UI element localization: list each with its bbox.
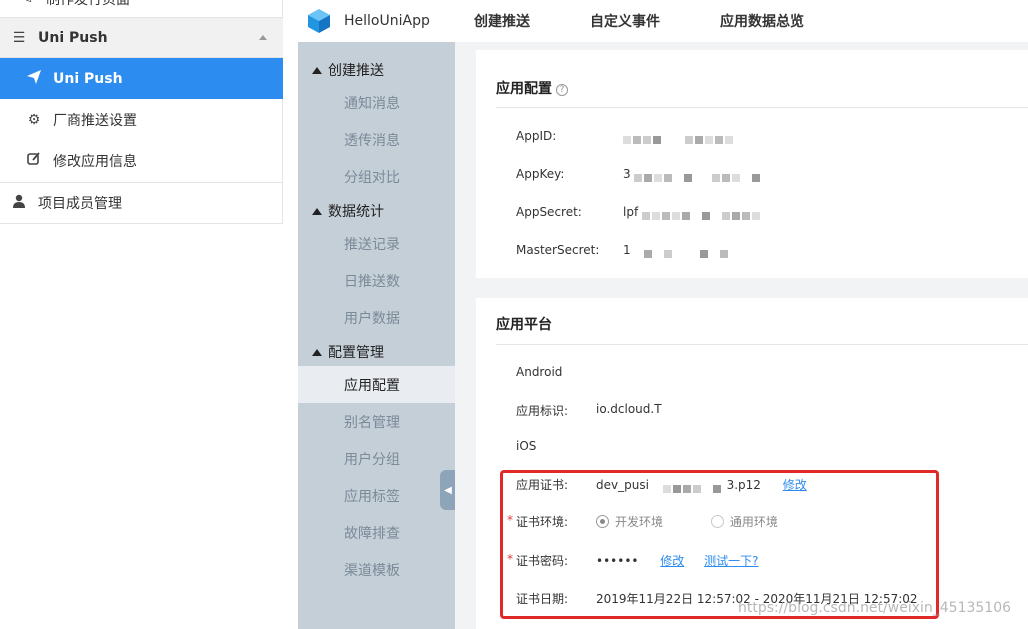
tab-custom-events[interactable]: 自定义事件 [590,11,660,31]
sidebar-item-label: 项目成员管理 [38,196,122,212]
android-label: Android [516,365,563,379]
sidebar-item-unipush[interactable]: Uni Push [0,58,283,99]
tab-create-push[interactable]: 创建推送 [474,11,530,31]
nav-group-label: 创建推送 [328,63,384,79]
app-name: HelloUniApp [344,13,430,29]
menu-icon: ☰ [12,29,26,46]
nav-item-troubleshoot[interactable]: 故障排查 [298,514,455,551]
app-id-label: 应用标识: [516,404,569,418]
caret-up-icon [312,66,322,74]
section-nav: 创建推送 通知消息 透传消息 分组对比 数据统计 推送记录 日推送数 用户数据 … [298,42,455,629]
nav-group-create-push[interactable]: 创建推送 [298,56,455,84]
nav-item-user-data[interactable]: 用户数据 [298,299,455,336]
divider [496,107,1028,108]
masked-value [634,171,762,182]
tab-app-data-overview[interactable]: 应用数据总览 [720,11,804,31]
watermark: https://blog.csdn.net/weixin_45135106 [738,600,1012,616]
masked-value [642,209,762,220]
appsecret-prefix: lpf [623,205,639,219]
app-config-card: 应用配置? AppID: AppKey: 3 AppSecret: lpf Ma… [476,50,1028,278]
sidebar-item-label: 制作发行页面 [46,0,130,9]
ios-label: iOS [516,439,537,453]
top-header: HelloUniApp 创建推送 自定义事件 应用数据总览 [298,0,1028,42]
sidebar-item-edit-app[interactable]: 修改应用信息 [0,140,283,181]
card-title: 应用平台 [496,317,552,333]
nav-item-passthrough[interactable]: 透传消息 [298,121,455,158]
mastersecret-prefix: 1 [623,243,631,257]
send-icon [15,69,53,89]
masked-value [623,133,735,144]
chevron-up-icon [259,35,267,40]
card-title-text: 应用配置 [496,81,552,97]
nav-group-config[interactable]: 配置管理 [298,338,455,366]
edit-icon: ✎ [8,0,46,7]
nav-item-user-groups[interactable]: 用户分组 [298,440,455,477]
caret-up-icon [312,348,322,356]
red-highlight-annotation [500,470,939,619]
nav-item-channel-templates[interactable]: 渠道模板 [298,551,455,588]
user-icon [0,194,38,212]
appkey-label: AppKey: [516,167,565,181]
collapse-sidebar-handle[interactable]: ◀ [440,470,456,510]
sidebar-group-unipush[interactable]: ☰ Uni Push [0,17,283,58]
mastersecret-label: MasterSecret: [516,243,600,257]
question-circle-icon[interactable]: ? [556,84,568,96]
nav-item-push-records[interactable]: 推送记录 [298,225,455,262]
gear-icon: ⚙ [27,111,41,128]
nav-item-app-tags[interactable]: 应用标签 [298,477,455,514]
nav-group-label: 配置管理 [328,345,384,361]
sidebar-group-label: Uni Push [38,29,108,46]
sidebar-item-label: 修改应用信息 [53,153,137,170]
sidebar-item-label: Uni Push [53,70,123,87]
appsecret-value: lpf [623,205,762,220]
left-sidebar: ✎ 制作发行页面 ☰ Uni Push Uni Push ⚙ 厂商推送设置 修改… [0,0,283,224]
appkey-prefix: 3 [623,167,631,181]
nav-item-app-config[interactable]: 应用配置 [298,366,455,403]
nav-item-group-compare[interactable]: 分组对比 [298,158,455,195]
sidebar-item-members[interactable]: 项目成员管理 [0,182,283,223]
nav-group-label: 数据统计 [328,204,384,220]
appsecret-label: AppSecret: [516,205,582,219]
divider [496,344,1028,345]
app-id-value: io.dcloud.T [596,402,662,416]
mastersecret-value: 1 [623,243,730,258]
nav-item-notification[interactable]: 通知消息 [298,84,455,121]
sidebar-item-label: 厂商推送设置 [53,112,137,129]
collapse-left-icon: ◀ [444,484,452,496]
appkey-value: 3 [623,167,762,182]
nav-item-alias[interactable]: 别名管理 [298,403,455,440]
cube-logo-icon [308,9,330,33]
appid-value [623,129,735,144]
caret-up-icon [312,207,322,215]
masked-value [634,247,730,258]
nav-group-statistics[interactable]: 数据统计 [298,197,455,225]
appid-label: AppID: [516,129,557,143]
nav-item-daily-push[interactable]: 日推送数 [298,262,455,299]
sidebar-item-vendor-push[interactable]: ⚙ 厂商推送设置 [0,99,283,140]
edit-square-icon [15,151,53,170]
card-title: 应用配置? [496,78,568,98]
